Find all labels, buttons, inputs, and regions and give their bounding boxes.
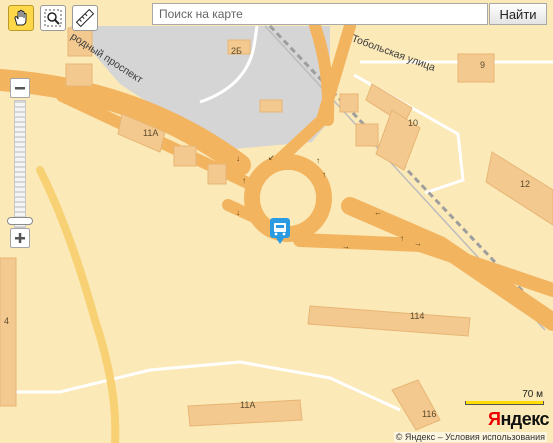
svg-text:↑: ↑ xyxy=(322,170,326,179)
svg-text:12: 12 xyxy=(520,179,530,189)
svg-text:↑: ↑ xyxy=(400,234,404,243)
svg-text:9: 9 xyxy=(480,60,485,70)
svg-text:116: 116 xyxy=(422,409,436,419)
ruler-tool-button[interactable] xyxy=(72,5,98,31)
svg-text:←: ← xyxy=(374,208,382,217)
svg-text:2Б: 2Б xyxy=(231,46,242,56)
pan-tool-button[interactable] xyxy=(8,5,34,31)
svg-text:114: 114 xyxy=(410,311,424,321)
search-input[interactable] xyxy=(152,3,488,25)
zoom-slider-thumb[interactable] xyxy=(7,217,33,225)
find-button[interactable]: Найти xyxy=(489,3,547,25)
svg-text:10: 10 xyxy=(408,118,418,128)
roundabout-center xyxy=(260,170,316,226)
svg-text:11А: 11А xyxy=(143,128,158,138)
svg-text:↓: ↓ xyxy=(236,208,240,217)
svg-text:→: → xyxy=(414,239,422,248)
svg-text:11А: 11А xyxy=(240,400,255,410)
svg-text:→: → xyxy=(342,242,350,251)
svg-text:↙: ↙ xyxy=(268,153,275,162)
magnifier-icon xyxy=(44,9,62,27)
svg-text:↓: ↓ xyxy=(236,154,240,163)
copyright-terms-link[interactable]: © Яндекс – Условия использования xyxy=(393,432,547,442)
logo-text: ндекс xyxy=(500,409,550,429)
plus-icon xyxy=(15,233,25,243)
scale-bar xyxy=(465,401,544,405)
logo-letter: Я xyxy=(488,409,501,429)
map-canvas[interactable]: ↓↑↓ ↙↑↑ ←→ → ↑ родный проспект Тобольская… xyxy=(0,0,553,443)
svg-text:4: 4 xyxy=(4,316,9,326)
hand-icon xyxy=(14,9,27,26)
ruler-icon xyxy=(76,9,94,27)
minus-icon xyxy=(15,87,25,90)
zoom-tool-button[interactable] xyxy=(40,5,66,31)
scale-label: 70 м xyxy=(522,389,543,400)
zoom-slider-track[interactable] xyxy=(14,100,26,228)
zoom-out-button[interactable] xyxy=(10,78,30,98)
svg-text:↑: ↑ xyxy=(316,156,320,165)
zoom-in-button[interactable] xyxy=(10,228,30,248)
yandex-logo[interactable]: Яндекс xyxy=(488,409,550,430)
svg-text:↑: ↑ xyxy=(242,176,246,185)
